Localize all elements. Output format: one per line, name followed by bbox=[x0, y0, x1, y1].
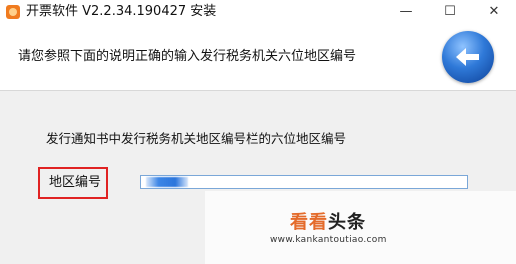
region-code-input[interactable] bbox=[140, 175, 468, 189]
close-button[interactable]: ✕ bbox=[472, 0, 516, 24]
window-title: 开票软件 V2.2.34.190427 安装 bbox=[26, 4, 217, 19]
region-code-label-highlight: 地区编号 bbox=[38, 167, 108, 199]
watermark-text-b: 头条 bbox=[328, 212, 366, 233]
content-area: 发行通知书中发行税务机关地区编号栏的六位地区编号 地区编号 看看头条 www.k… bbox=[0, 91, 516, 264]
app-icon bbox=[6, 5, 20, 19]
watermark-text-a: 看看 bbox=[290, 212, 328, 233]
title-bar: 开票软件 V2.2.34.190427 安装 — ☐ ✕ bbox=[0, 0, 516, 25]
header-banner: 请您参照下面的说明正确的输入发行税务机关六位地区编号 bbox=[0, 24, 516, 91]
watermark-logo: 看看头条 bbox=[290, 212, 366, 234]
region-code-label: 地区编号 bbox=[49, 175, 102, 190]
maximize-button[interactable]: ☐ bbox=[428, 0, 472, 24]
back-button[interactable] bbox=[442, 31, 494, 83]
instruction-text: 请您参照下面的说明正确的输入发行税务机关六位地区编号 bbox=[18, 49, 357, 64]
field-description: 发行通知书中发行税务机关地区编号栏的六位地区编号 bbox=[46, 131, 347, 146]
blurred-region-code bbox=[146, 177, 188, 187]
back-arrow-icon bbox=[456, 48, 479, 66]
watermark-url: www.kankantoutiao.com bbox=[270, 235, 387, 245]
minimize-button[interactable]: — bbox=[384, 0, 428, 24]
